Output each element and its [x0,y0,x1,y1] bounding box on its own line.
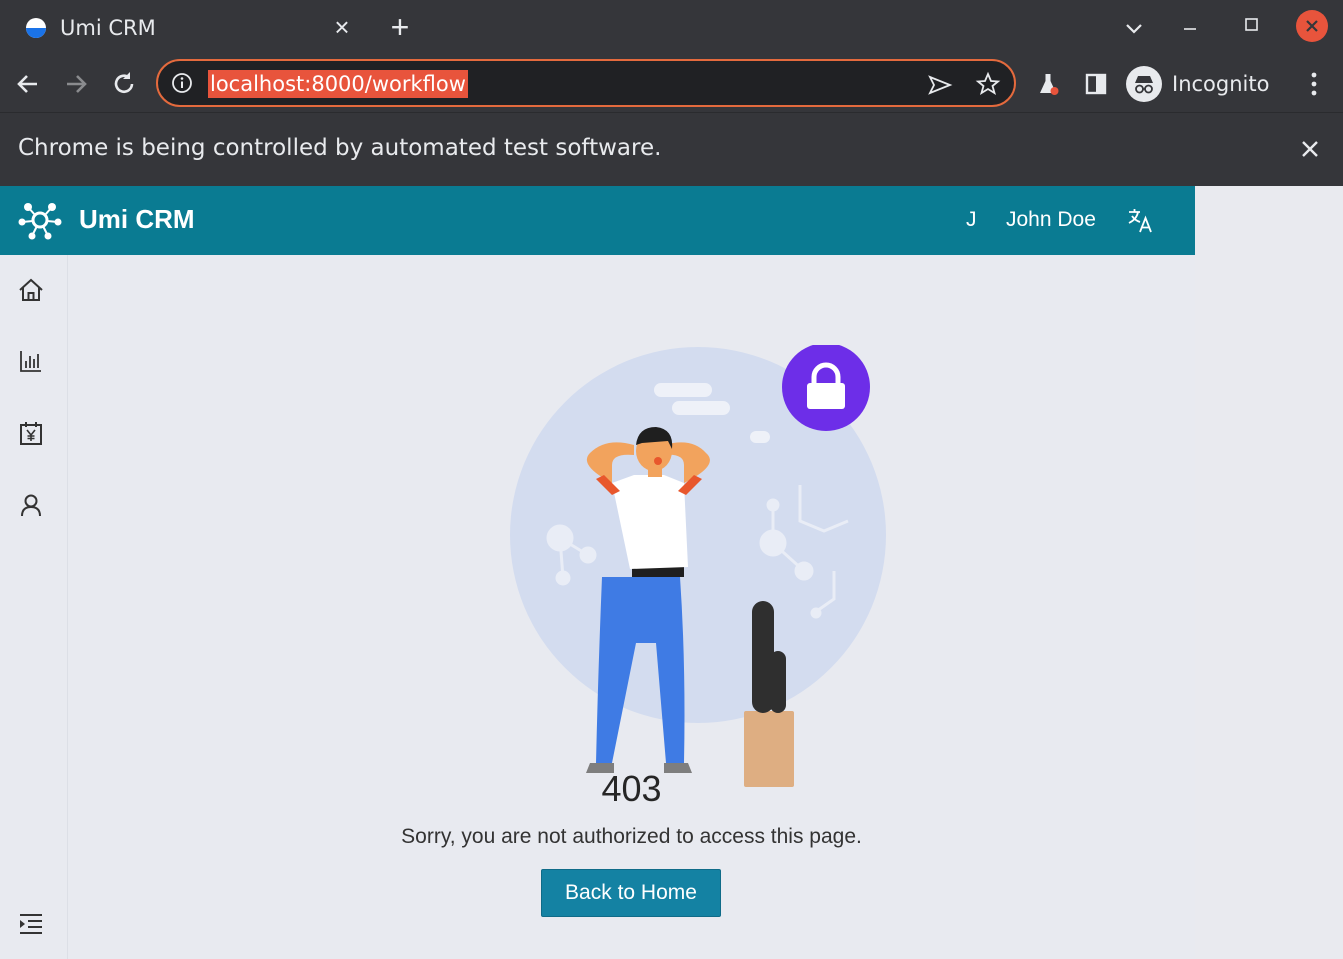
logo-icon[interactable] [18,200,62,240]
sidebar [0,255,68,959]
error-code: 403 [601,768,662,809]
browser-tab-bar: Umi CRM × + [0,0,1343,56]
browser-toolbar: localhost:8000/workflow Incognito [0,56,1343,112]
incognito-icon[interactable] [1126,66,1162,102]
avatar[interactable]: J [966,208,977,232]
forward-arrow-icon[interactable] [58,66,94,102]
automation-infobar: Chrome is being controlled by automated … [0,112,1343,186]
site-info-icon[interactable] [170,71,194,95]
favicon-icon [26,18,46,38]
reload-icon[interactable] [106,66,142,102]
app-page: Umi CRM J John Doe 403 Sorry, you are no… [0,186,1195,959]
tab-title: Umi CRM [60,16,156,40]
infobar-message: Chrome is being controlled by automated … [18,135,662,161]
menu-collapse-icon[interactable] [16,910,46,938]
new-tab-button[interactable]: + [386,11,414,43]
incognito-label[interactable]: Incognito [1172,72,1269,96]
infobar-close-icon[interactable] [1296,135,1324,163]
user-name[interactable]: John Doe [1006,208,1096,232]
send-tab-icon[interactable] [926,71,954,99]
browser-tab[interactable]: Umi CRM × [0,0,372,56]
labs-flask-icon[interactable] [1030,66,1066,102]
sidebar-item-chart-icon[interactable] [16,346,46,376]
back-to-home-button[interactable]: Back to Home [541,869,721,917]
forbidden-illustration [508,343,898,793]
bookmark-star-icon[interactable] [974,70,1002,98]
page-right-area [1195,186,1343,959]
sidebar-item-user-icon[interactable] [16,490,46,520]
tab-close-icon[interactable]: × [330,14,354,40]
url-text[interactable]: localhost:8000/workflow [208,70,468,98]
sidebar-item-calendar-yen-icon[interactable] [16,418,46,448]
app-header: Umi CRM J John Doe [0,186,1195,255]
more-menu-icon[interactable] [1300,68,1328,100]
translate-icon[interactable] [1126,206,1154,234]
minimize-icon[interactable] [1172,10,1208,46]
side-panel-icon[interactable] [1078,66,1114,102]
main-content: 403 Sorry, you are not authorized to acc… [68,255,1195,959]
maximize-icon[interactable] [1233,10,1269,46]
tab-search-chevron-icon[interactable] [1116,10,1152,46]
app-title[interactable]: Umi CRM [79,204,195,235]
sidebar-item-home-icon[interactable] [16,275,46,305]
window-close-icon[interactable] [1296,10,1328,42]
error-message: Sorry, you are not authorized to access … [401,825,862,848]
back-arrow-icon[interactable] [10,66,46,102]
address-bar[interactable]: localhost:8000/workflow [156,59,1016,107]
